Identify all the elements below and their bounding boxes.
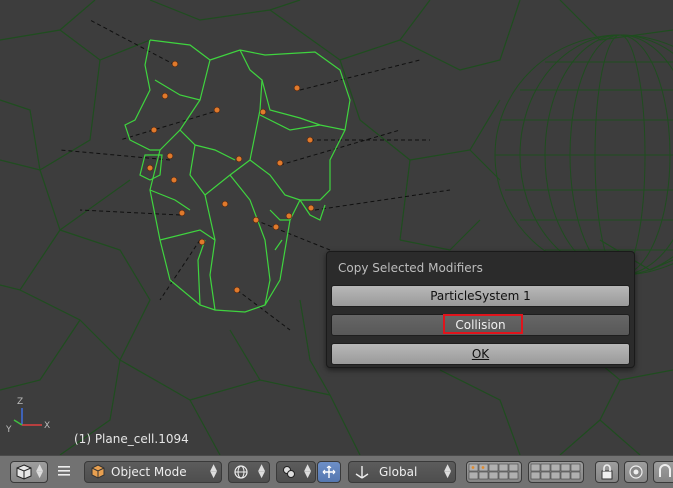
viewport-shading-icon — [234, 465, 248, 479]
snap-button[interactable] — [653, 461, 673, 483]
active-object-label: (1) Plane_cell.1094 — [74, 432, 189, 446]
lock-icon — [601, 464, 613, 480]
pivot-point-icon — [283, 466, 295, 478]
object-mode-dropdown[interactable]: Object Mode ▲ ▼ — [84, 461, 222, 483]
layers-group-2[interactable] — [528, 461, 584, 483]
copy-modifiers-popup: Copy Selected Modifiers ParticleSystem 1… — [326, 251, 635, 368]
ok-button[interactable]: OK — [331, 343, 630, 365]
lock-button[interactable] — [595, 461, 619, 483]
background-cells — [0, 0, 673, 455]
scene-wireframe: Z X Y — [0, 0, 673, 455]
layers-icon-2 — [530, 463, 581, 480]
snap-icon — [659, 464, 671, 477]
editor-type-button[interactable]: ▲ ▼ — [10, 461, 48, 483]
editor-type-arrow-icon: ▲ ▼ — [36, 463, 43, 480]
manipulator-icon — [322, 465, 336, 478]
axis-x-label: X — [44, 421, 50, 431]
shading-arrow-icon: ▲ ▼ — [258, 463, 265, 480]
popup-title: Copy Selected Modifiers — [338, 261, 483, 275]
orientation-arrow-icon: ▲ ▼ — [444, 463, 451, 480]
layers-icon — [468, 463, 519, 480]
editor-type-cube-icon — [16, 464, 32, 480]
pivot-arrow-icon: ▲ ▼ — [304, 463, 311, 480]
layers-group-1[interactable] — [466, 461, 522, 483]
object-mode-label: Object Mode — [111, 465, 187, 479]
render-icon — [629, 465, 643, 479]
3d-viewport[interactable]: Z X Y (1) Plane_cell.1094 Copy Selected … — [0, 0, 673, 455]
selected-object-wire — [124, 39, 351, 313]
manipulator-toggle[interactable] — [317, 461, 341, 483]
ok-button-label: OK — [471, 347, 490, 361]
transform-orientation-icon — [355, 466, 369, 479]
menu-lines-icon[interactable] — [57, 464, 71, 478]
collision-option[interactable]: Collision — [331, 314, 630, 336]
transform-orientation-dropdown[interactable]: Global ▲ ▼ — [348, 461, 456, 483]
object-mode-arrow-icon: ▲ ▼ — [210, 463, 217, 480]
axis-y-label: Y — [5, 425, 12, 435]
sphere-wire — [494, 34, 673, 276]
orientation-label: Global — [379, 465, 418, 479]
render-button[interactable] — [624, 461, 648, 483]
object-origins — [146, 60, 315, 294]
viewport-header: ▲ ▼ Object Mode ▲ ▼ ▲ ▼ ▲ ▼ Global ▲ ▼ — [0, 455, 673, 488]
pivot-point-dropdown[interactable]: ▲ ▼ — [276, 461, 316, 483]
collision-option-label: Collision — [455, 318, 506, 332]
axis-z-label: Z — [17, 397, 23, 407]
particle-system-option[interactable]: ParticleSystem 1 — [331, 285, 630, 307]
axis-gizmo: Z X Y — [5, 397, 50, 435]
viewport-shading-dropdown[interactable]: ▲ ▼ — [228, 461, 270, 483]
object-mode-icon — [91, 464, 105, 479]
